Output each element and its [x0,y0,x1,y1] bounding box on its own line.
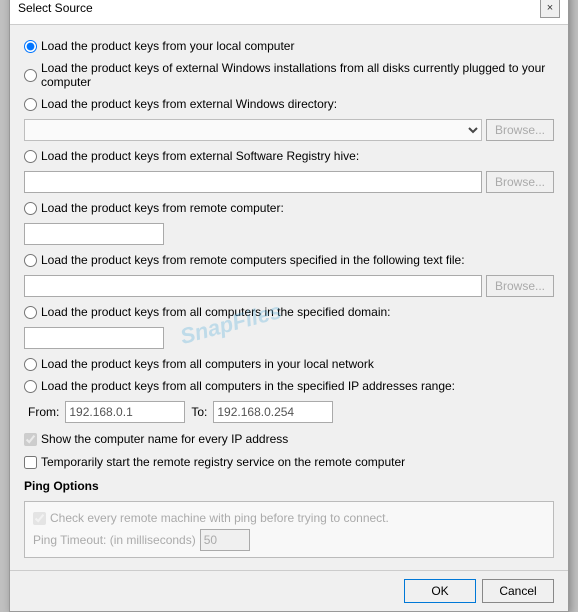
radio-ip-range[interactable] [24,380,37,393]
to-label: To: [191,405,207,419]
remote-computer-input[interactable] [24,223,164,245]
ping-group: Check every remote machine with ping bef… [24,501,554,558]
software-registry-input[interactable] [24,171,482,193]
radio-row-4: Load the product keys from external Soft… [24,149,554,163]
start-registry-label: Temporarily start the remote registry se… [41,455,405,469]
select-source-dialog: Select Source × Load the product keys fr… [9,0,569,612]
to-ip-input[interactable] [213,401,333,423]
external-dir-select[interactable] [24,119,482,141]
text-file-input[interactable] [24,275,482,297]
radio-row-8: Load the product keys from all computers… [24,357,554,371]
cancel-button[interactable]: Cancel [482,579,554,603]
radio-row-9: Load the product keys from all computers… [24,379,554,393]
radio-external-disks[interactable] [24,69,37,82]
ping-timeout-label: Ping Timeout: (in milliseconds) [33,533,196,547]
radio-remote-computer-label: Load the product keys from remote comput… [41,201,284,215]
from-ip-input[interactable] [65,401,185,423]
radio-text-file[interactable] [24,254,37,267]
radio-row-5: Load the product keys from remote comput… [24,201,554,215]
ping-timeout-input[interactable] [200,529,250,551]
remote-computer-input-row [24,223,554,245]
radio-local[interactable] [24,40,37,53]
ping-check-label: Check every remote machine with ping bef… [50,511,389,525]
start-registry-row: Temporarily start the remote registry se… [24,455,554,469]
ping-checkbox[interactable] [33,512,46,525]
browse-dir-button[interactable]: Browse... [486,119,554,141]
radio-software-registry[interactable] [24,150,37,163]
show-computer-name-row: Show the computer name for every IP addr… [24,432,554,446]
external-dir-input-row: Browse... [24,119,554,141]
radio-domain-label: Load the product keys from all computers… [41,305,391,319]
dialog-content: Load the product keys from your local co… [10,25,568,570]
radio-local-network[interactable] [24,358,37,371]
software-registry-input-row: Browse... [24,171,554,193]
radio-row-6: Load the product keys from remote comput… [24,253,554,267]
footer: OK Cancel [10,570,568,611]
radio-software-registry-label: Load the product keys from external Soft… [41,149,359,163]
radio-external-disks-label: Load the product keys of external Window… [41,61,554,89]
title-bar: Select Source × [10,0,568,25]
domain-input-row [24,327,554,349]
radio-external-dir-label: Load the product keys from external Wind… [41,97,337,111]
text-file-input-row: Browse... [24,275,554,297]
domain-input[interactable] [24,327,164,349]
close-button[interactable]: × [540,0,560,18]
radio-local-network-label: Load the product keys from all computers… [41,357,374,371]
radio-row-3: Load the product keys from external Wind… [24,97,554,111]
radio-remote-computer[interactable] [24,202,37,215]
radio-row-7: Load the product keys from all computers… [24,305,554,319]
ip-range-row: From: To: [24,401,554,423]
ping-timeout-row: Ping Timeout: (in milliseconds) [33,529,545,551]
radio-row-1: Load the product keys from your local co… [24,39,554,53]
start-registry-checkbox[interactable] [24,456,37,469]
from-label: From: [28,405,59,419]
show-computer-name-checkbox[interactable] [24,433,37,446]
ok-button[interactable]: OK [404,579,476,603]
radio-domain[interactable] [24,306,37,319]
radio-external-dir[interactable] [24,98,37,111]
dialog-title: Select Source [18,1,93,15]
show-computer-name-label: Show the computer name for every IP addr… [41,432,288,446]
browse-textfile-button[interactable]: Browse... [486,275,554,297]
radio-text-file-label: Load the product keys from remote comput… [41,253,465,267]
ping-check-row: Check every remote machine with ping bef… [33,511,545,525]
radio-local-label: Load the product keys from your local co… [41,39,294,53]
radio-ip-range-label: Load the product keys from all computers… [41,379,455,393]
browse-registry-button[interactable]: Browse... [486,171,554,193]
ping-section-label: Ping Options [24,479,554,493]
radio-row-2: Load the product keys of external Window… [24,61,554,89]
